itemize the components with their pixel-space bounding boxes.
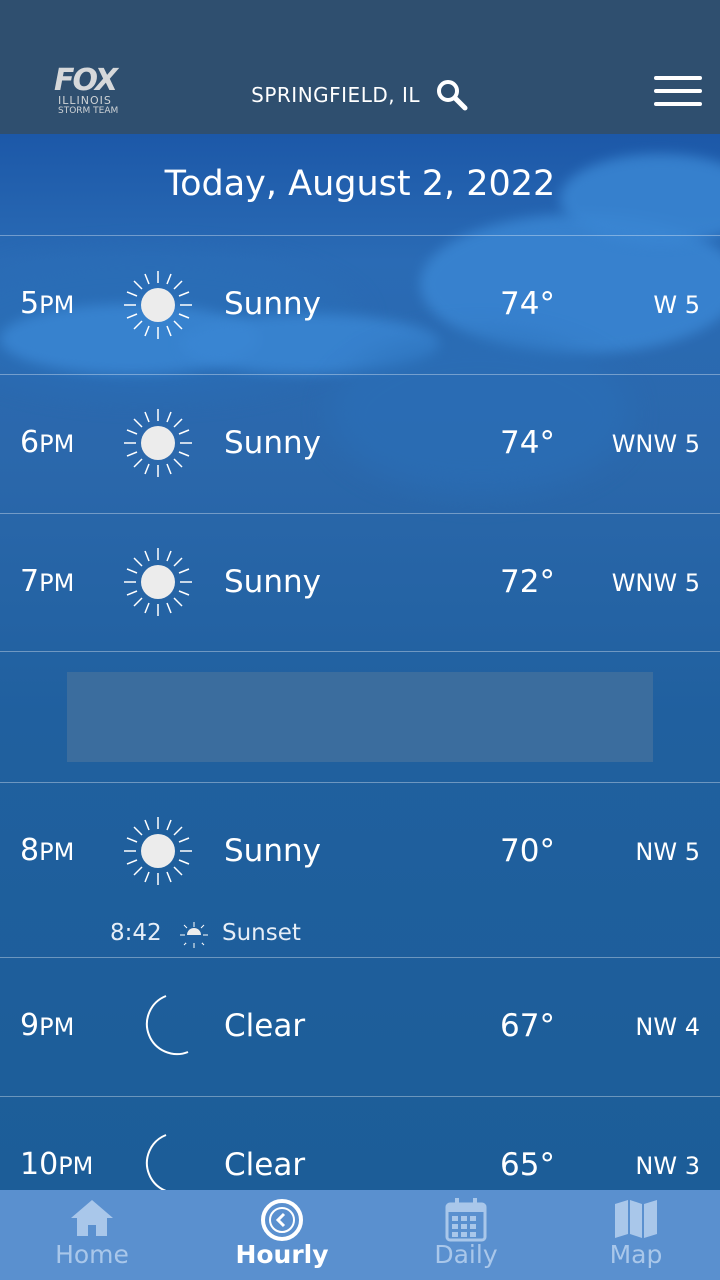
tab-label: Home: [55, 1240, 129, 1269]
tab-hourly[interactable]: Hourly: [212, 1190, 352, 1280]
moon-icon: [145, 995, 189, 1055]
hour-row[interactable]: 6PM Sunny 74° WNW 5: [0, 375, 720, 513]
sun-icon: [124, 817, 192, 885]
wind: WNW 5: [611, 569, 700, 597]
date-heading: Today, August 2, 2022: [164, 164, 556, 204]
wind: NW 3: [635, 1152, 700, 1180]
sun-icon: [124, 409, 192, 477]
condition-label: Sunny: [224, 286, 321, 322]
divider: [0, 651, 720, 652]
sun-icon: [124, 548, 192, 616]
location-label: SPRINGFIELD, IL: [251, 83, 420, 107]
hour-time: 6PM: [20, 425, 75, 460]
wind: NW 5: [635, 838, 700, 866]
wind: NW 4: [635, 1013, 700, 1041]
temperature: 65°: [500, 1147, 555, 1183]
condition-label: Sunny: [224, 833, 321, 869]
condition-label: Clear: [224, 1008, 306, 1044]
temperature: 74°: [500, 425, 555, 461]
sunset-label: Sunset: [222, 920, 301, 946]
tab-label: Hourly: [235, 1240, 329, 1269]
map-icon: [615, 1200, 657, 1238]
tab-label: Daily: [434, 1240, 498, 1269]
hour-time: 8PM: [20, 833, 75, 868]
hour-time: 9PM: [20, 1008, 75, 1043]
tab-map[interactable]: Map: [566, 1190, 706, 1280]
wind: W 5: [653, 291, 700, 319]
hour-row[interactable]: 8PM Sunny 70° NW 5: [0, 783, 720, 921]
temperature: 74°: [500, 286, 555, 322]
tab-daily[interactable]: Daily: [396, 1190, 536, 1280]
temperature: 67°: [500, 1008, 555, 1044]
condition-label: Clear: [224, 1147, 306, 1183]
hour-time: 10PM: [20, 1147, 94, 1182]
hour-row[interactable]: 9PM Clear 67° NW 4: [0, 958, 720, 1096]
tab-home[interactable]: Home: [22, 1190, 162, 1280]
ad-banner-placeholder[interactable]: [67, 672, 653, 762]
location-selector[interactable]: SPRINGFIELD, IL: [0, 78, 720, 112]
temperature: 72°: [500, 564, 555, 600]
sunset-time: 8:42: [110, 920, 162, 946]
sunset-icon: [180, 922, 208, 948]
bottom-tab-bar: Home Hourly Daily Map: [0, 1190, 720, 1280]
hour-time: 7PM: [20, 564, 75, 599]
tab-label: Map: [609, 1240, 663, 1269]
condition-label: Sunny: [224, 564, 321, 600]
hour-row[interactable]: 10PM Clear 65° NW 3: [0, 1097, 720, 1190]
clock-icon: [261, 1199, 303, 1241]
hour-row[interactable]: 5PM Sunny 74° W 5: [0, 236, 720, 374]
condition-label: Sunny: [224, 425, 321, 461]
app-header: FOX ILLINOIS STORM TEAM SPRINGFIELD, IL: [0, 0, 720, 134]
moon-icon: [145, 1134, 167, 1190]
home-icon: [71, 1200, 113, 1236]
sun-icon: [124, 271, 192, 339]
search-icon[interactable]: [435, 78, 469, 112]
hour-row[interactable]: 7PM Sunny 72° WNW 5: [0, 514, 720, 652]
hour-time: 5PM: [20, 286, 75, 321]
calendar-icon: [445, 1198, 487, 1242]
hamburger-menu-icon[interactable]: [654, 76, 702, 110]
wind: WNW 5: [611, 430, 700, 458]
temperature: 70°: [500, 833, 555, 869]
